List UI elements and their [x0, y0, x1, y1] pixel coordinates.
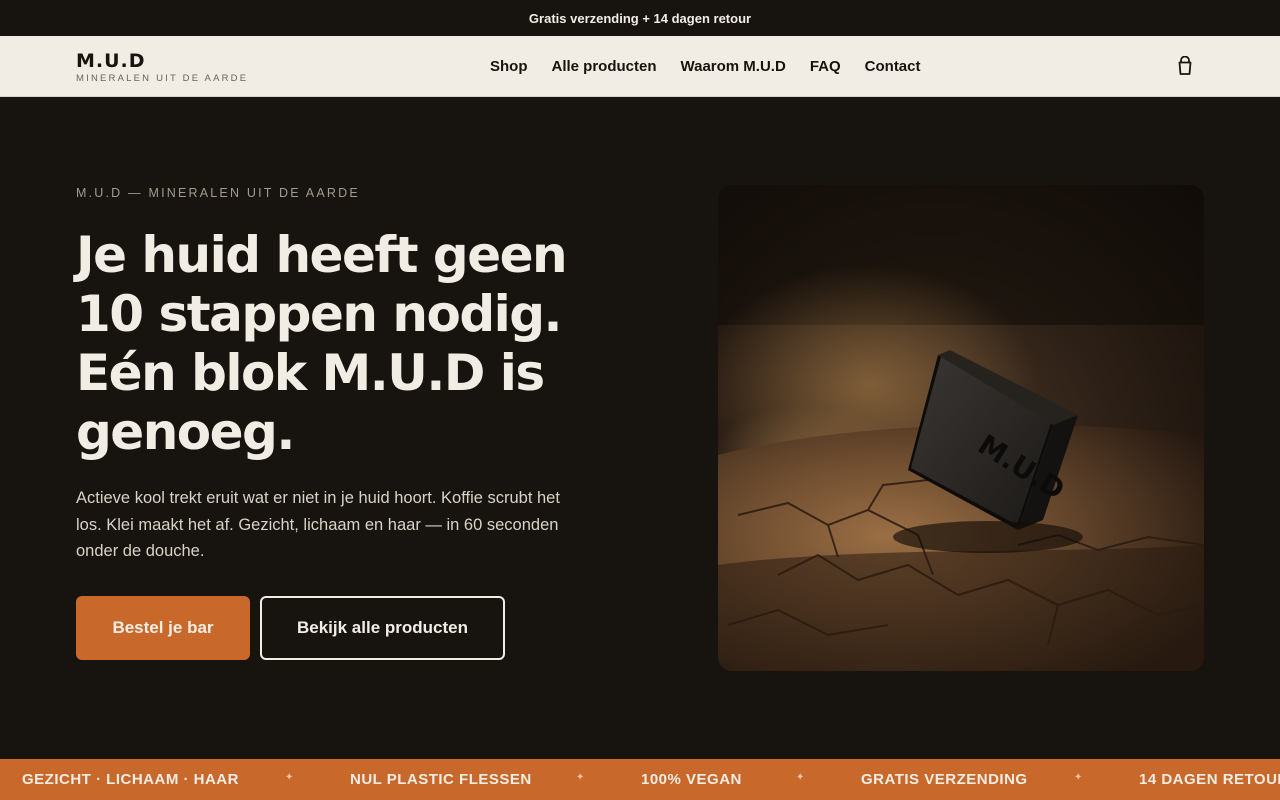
marquee-separator-icon: ✦ [1074, 772, 1083, 783]
marquee-item: GEZICHT · LICHAAM · HAAR [22, 771, 239, 788]
nav-all-products[interactable]: Alle producten [552, 58, 657, 75]
marquee-item: NUL PLASTIC FLESSEN [350, 771, 532, 788]
logo[interactable]: M.U.D MINERALEN UIT DE AARDE [76, 50, 248, 84]
marquee-separator-icon: ✦ [576, 772, 585, 783]
hero-headline: Je huid heeft geen 10 stappen nodig. Eén… [76, 226, 676, 462]
nav-why-mud[interactable]: Waarom M.U.D [681, 58, 786, 75]
headline-line-1: Je huid heeft geen [76, 226, 568, 284]
site-header: M.U.D MINERALEN UIT DE AARDE Shop Alle p… [0, 36, 1280, 97]
cart-icon[interactable] [1176, 55, 1194, 76]
announcement-bar: Gratis verzending + 14 dagen retour [0, 0, 1280, 36]
hero-eyebrow: M.U.D — MINERALEN UIT DE AARDE [76, 186, 360, 200]
nav-faq[interactable]: FAQ [810, 58, 841, 75]
announcement-text: Gratis verzending + 14 dagen retour [528, 10, 752, 26]
main-nav: Shop Alle producten Waarom M.U.D FAQ Con… [490, 36, 921, 96]
nav-contact[interactable]: Contact [865, 58, 921, 75]
feature-marquee: GEZICHT · LICHAAM · HAAR ✦ NUL PLASTIC F… [0, 759, 1280, 800]
order-bar-button[interactable]: Bestel je bar [76, 596, 250, 660]
nav-shop[interactable]: Shop [490, 58, 528, 75]
headline-line-2: 10 stappen nodig. [76, 285, 563, 343]
marquee-item: 100% VEGAN [641, 771, 742, 788]
view-all-products-button[interactable]: Bekijk alle producten [260, 596, 505, 660]
marquee-separator-icon: ✦ [285, 772, 294, 783]
marquee-item: 14 DAGEN RETOUR [1139, 771, 1280, 788]
headline-line-3: Eén blok M.U.D is [76, 344, 545, 402]
hero-product-image: M.U.D [718, 185, 1204, 671]
marquee-item: GRATIS VERZENDING [861, 771, 1028, 788]
logo-tagline: MINERALEN UIT DE AARDE [76, 73, 249, 84]
hero-body: Actieve kool trekt eruit wat er niet in … [76, 489, 560, 560]
headline-line-4: genoeg. [76, 403, 295, 461]
marquee-separator-icon: ✦ [796, 772, 805, 783]
logo-wordmark: M.U.D [76, 50, 146, 72]
